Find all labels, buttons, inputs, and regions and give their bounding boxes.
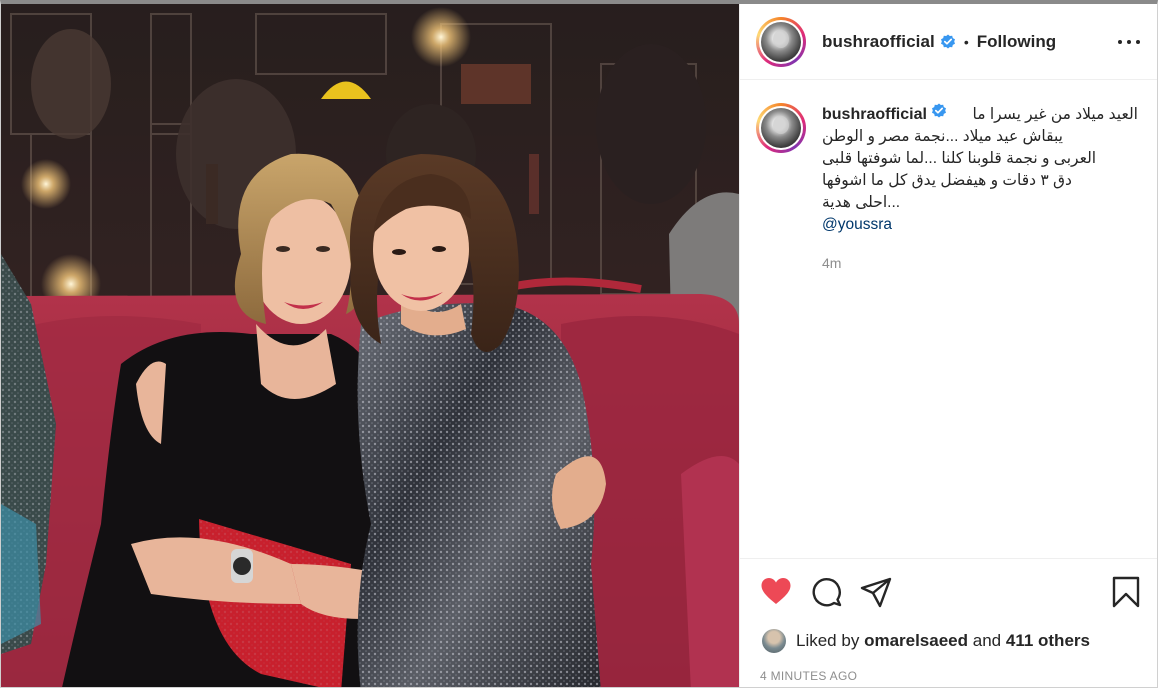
post-side-panel: bushraofficial • Following bushraofficia… [739,4,1157,687]
likes-summary: Liked by omarelsaeed and 411 others [762,629,1090,653]
caption-line: العيد ميلاد من غير يسرا ما [972,106,1138,123]
verified-badge-icon [940,34,955,48]
avatar [761,21,801,62]
post-actions: Liked by omarelsaeed and 411 others 4 MI… [740,558,1157,687]
share-icon[interactable] [860,576,892,608]
caption-row: bushraofficial العيد ميلاد من غير يسرا م… [756,103,1144,274]
caption-first-line: bushraofficial العيد ميلاد من غير يسرا م… [822,103,1138,126]
caption-line: دق ٣ دقات و هيفضل يدق كل ما اشوفها [822,172,1072,189]
caption-time[interactable]: 4m [822,252,1138,274]
caption-line: ...احلى هدية [822,194,901,211]
avatar-border [759,106,803,150]
liker-username[interactable]: omarelsaeed [864,631,968,651]
caption-body: bushraofficial العيد ميلاد من غير يسرا م… [822,103,1138,274]
post-photo[interactable] [1,4,739,687]
caption-area: bushraofficial العيد ميلاد من غير يسرا م… [740,81,1157,558]
heart-filled-icon[interactable] [760,576,792,608]
post-header: bushraofficial • Following [740,4,1157,80]
avatar-border [759,19,803,64]
verified-badge-icon [931,103,946,118]
bookmark-icon[interactable] [1110,576,1142,608]
avatar [761,108,801,148]
likes-prefix: Liked by [796,631,860,650]
separator-dot: • [963,33,969,50]
post-timestamp[interactable]: 4 MINUTES AGO [760,669,857,683]
likes-others-link[interactable]: 411 others [1006,631,1090,651]
header-username[interactable]: bushraofficial [822,32,935,52]
comment-icon[interactable] [810,576,842,608]
caption-line: يبقاش عيد ميلاد ...نجمة مصر و الوطن [822,128,1063,145]
story-avatar[interactable] [756,16,806,67]
likes-connector: and [972,631,1002,650]
caption-line: العربى و نجمة قلوبنا كلنا ...لما شوفتها … [822,150,1097,167]
caption-avatar[interactable] [756,103,806,153]
mention-link[interactable]: @youssra [822,214,1138,236]
following-button[interactable]: Following [977,32,1056,52]
more-horizontal-icon[interactable] [1118,32,1140,52]
caption-username[interactable]: bushraofficial [822,104,927,126]
photo-illustration [1,4,739,687]
instagram-post-modal: bushraofficial • Following bushraofficia… [0,0,1158,688]
liker-avatar[interactable] [762,629,786,653]
